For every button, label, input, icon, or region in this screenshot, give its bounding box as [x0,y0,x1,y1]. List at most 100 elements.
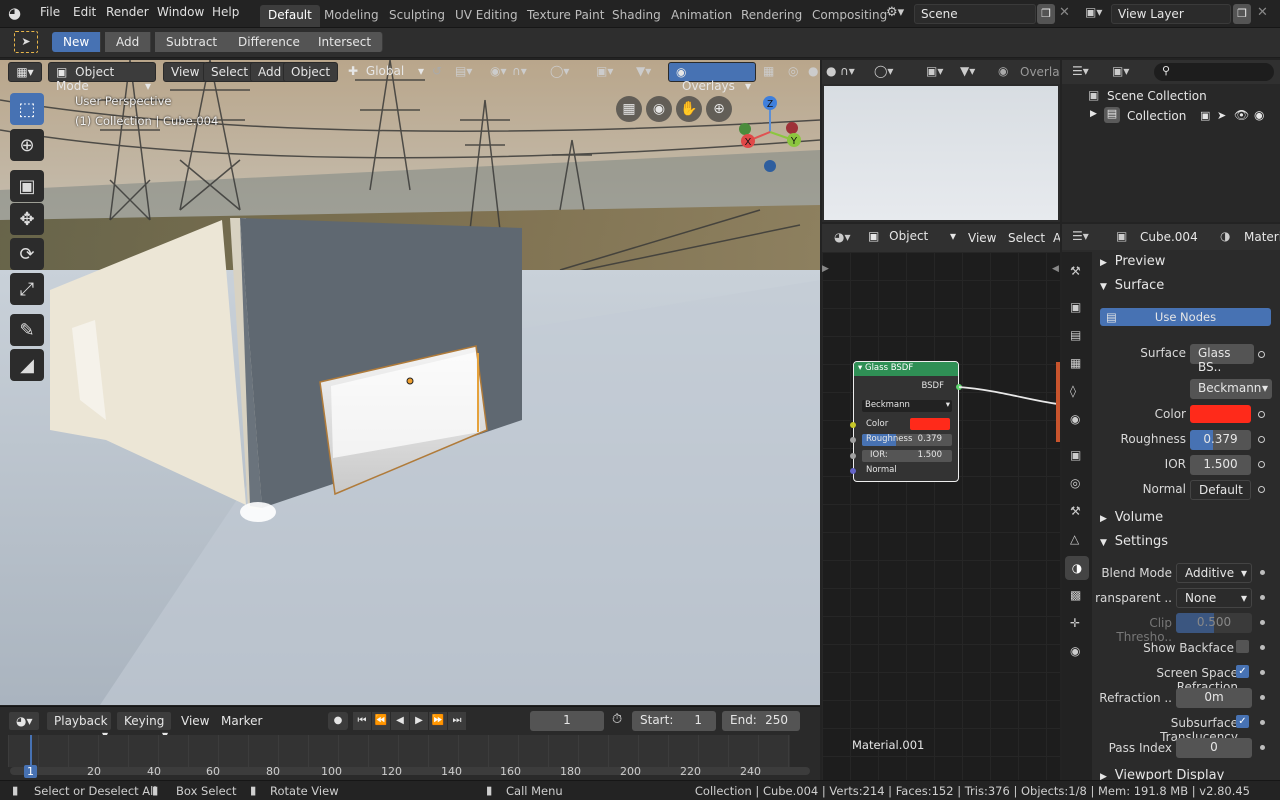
scale-tool[interactable]: ⤢ [10,273,44,305]
outliner-root-row[interactable]: ▣ Scene Collection [1062,88,1280,106]
texture-tab-icon[interactable]: ▩ [1070,588,1081,602]
outliner-search-field[interactable]: ⚲ [1154,63,1274,81]
tab-shading[interactable]: Shading [604,5,669,27]
tab-texture-paint[interactable]: Texture Paint [519,5,612,27]
data-tab-icon[interactable]: △ [1070,532,1079,546]
node-roughness-slider[interactable]: Roughness 0.379 [862,434,952,446]
cursor-tool[interactable]: ⊕ [10,129,44,161]
material-tab-icon[interactable]: ◑ [1065,556,1089,580]
ssr-checkbox[interactable]: ✓ [1236,665,1249,678]
stopwatch-icon[interactable]: ⏱ [612,712,622,727]
pivot-icon[interactable]: ↺ [432,64,442,78]
node-editor-type-icon[interactable]: ◕▾ [834,230,851,244]
menu-edit[interactable]: Edit [73,5,96,19]
menu-window[interactable]: Window [157,5,204,19]
object-tab-icon[interactable]: ▣ [1070,448,1081,462]
node-header[interactable]: ▾ Glass BSDF [854,362,958,376]
timeline-editor-icon[interactable]: ◕▾ [8,711,40,731]
normal-socket[interactable] [850,468,856,474]
normal-field[interactable]: Default [1190,480,1251,500]
surface-shader-field[interactable]: Glass BS.. [1190,344,1254,374]
node-editor[interactable]: ◕▾ ▣ Object ▾ View Select A ▶ ◀ ▾ Glass … [822,224,1060,780]
copy-view-layer-icon[interactable]: ❐ [1233,4,1251,24]
material-output-node-edge[interactable] [1056,362,1060,442]
overlay-label[interactable]: Overlay [1020,65,1060,79]
particles-tab-icon[interactable]: ◉ [1070,644,1080,658]
measure-tool[interactable]: ◢ [10,349,44,381]
pan-hand-icon[interactable]: ✋ [676,96,702,122]
camera-view-icon[interactable]: ◉ [646,96,672,122]
preview-section-header[interactable]: ▶ Preview [1096,254,1280,274]
camera-icon[interactable]: ◉ [1254,108,1264,122]
editor-type-icon[interactable]: ▦▾ [8,62,42,82]
distribution-dropdown[interactable]: Beckmann ▾ [862,400,952,412]
color-link-icon[interactable] [1258,411,1265,418]
distribution-dropdown[interactable]: Beckmann ▾ [1190,379,1272,399]
current-frame-field[interactable]: 1 [530,711,604,731]
origin-icon[interactable]: ◯▾ [874,64,893,78]
transform-orientation-dropdown[interactable]: ✚ Global ▾ [348,64,424,78]
surface-section-header[interactable]: ▼ Surface [1096,278,1280,298]
transform-tool[interactable]: ▣ [10,170,44,202]
visibility-icon[interactable]: ▣▾ [596,64,613,78]
color-swatch[interactable] [1190,405,1251,423]
modifier-tab-icon[interactable]: ⚒ [1070,504,1081,518]
tab-uv-editing[interactable]: UV Editing [447,5,526,27]
keying-menu[interactable]: Keying▾ [116,711,172,742]
expand-arrow-icon[interactable]: ▶ [1090,109,1097,119]
tab-sculpting[interactable]: Sculpting [381,5,453,27]
roughness-slider[interactable]: 0.379 [1190,430,1251,450]
play-button[interactable]: ▶ [410,712,428,730]
display-mode-icon[interactable]: ▣▾ [1112,64,1129,78]
proportional-edit-icon[interactable]: ◉▾ [490,64,507,78]
view-layer-tab-icon[interactable]: ▦ [1070,356,1081,370]
annotate-tool[interactable]: ✎ [10,314,44,346]
pass-index-field[interactable]: 0 [1176,738,1252,758]
world-tab-icon[interactable]: ◉ [1070,412,1080,426]
node-menu-add[interactable]: A [1053,231,1060,245]
record-button[interactable]: ● [328,712,348,730]
mode-add-button[interactable]: Add [105,32,152,52]
select-box-tool-icon[interactable]: ➤ [14,31,38,53]
ior-link-icon[interactable] [1258,461,1265,468]
view-layer-icon[interactable]: ▣▾ [1085,5,1102,19]
blender-logo-icon[interactable]: ◕ [8,4,30,24]
viewport-menu-object[interactable]: Object [283,62,339,82]
jump-key-back-button[interactable]: ⏪ [372,712,390,730]
node-color-swatch[interactable] [910,418,950,430]
object-origin-icon[interactable]: ◯▾ [550,64,569,78]
menu-render[interactable]: Render [106,5,149,19]
volume-section-header[interactable]: ▶ Volume [1096,510,1280,530]
shadow-mode-animate-icon[interactable] [1260,595,1265,600]
node-menu-select[interactable]: Select [1008,231,1045,245]
gizmo-toggle-icon[interactable]: ▼▾ [636,64,651,78]
physics-tab-icon[interactable]: ◎ [1070,476,1080,490]
tab-default[interactable]: Default [260,5,320,27]
navigation-gizmo[interactable]: Z Y X [730,92,810,172]
clip-animate-icon[interactable] [1260,620,1265,625]
roughness-socket[interactable] [850,437,856,443]
xray-icon[interactable]: ▦ [763,64,774,78]
shading-material-icon[interactable]: ● [826,64,836,78]
shading-wireframe-icon[interactable]: ◎ [788,64,798,78]
normal-link-icon[interactable] [1258,486,1265,493]
visibility-icon[interactable]: ▣▾ [926,64,943,78]
perspective-toggle-icon[interactable]: ▦ [616,96,642,122]
roughness-link-icon[interactable] [1258,436,1265,443]
start-frame-field[interactable]: Start: 1 [632,711,716,731]
ior-socket[interactable] [850,453,856,459]
ior-field[interactable]: 1.500 [1190,455,1251,475]
subsurface-checkbox[interactable]: ✓ [1236,715,1249,728]
viewport-menu-select[interactable]: Select [203,62,257,82]
falloff-icon[interactable]: ∩▾ [840,64,855,78]
jump-start-button[interactable]: ⏮ [353,712,371,730]
mode-new-button[interactable]: New [52,32,102,52]
falloff-icon[interactable]: ∩▾ [512,64,527,78]
mode-subtract-button[interactable]: Subtract [155,32,230,52]
jump-end-button[interactable]: ⏭ [448,712,466,730]
3d-viewport[interactable]: ▦▾ ▣ Object Mode ▾ View Select Add Objec… [0,60,820,705]
scene-field[interactable]: Scene [914,4,1036,24]
settings-section-header[interactable]: ▼ Settings [1096,534,1280,554]
mode-intersect-button[interactable]: Intersect [307,32,384,52]
viewport-display-section-header[interactable]: ▶ Viewport Display [1096,768,1280,780]
